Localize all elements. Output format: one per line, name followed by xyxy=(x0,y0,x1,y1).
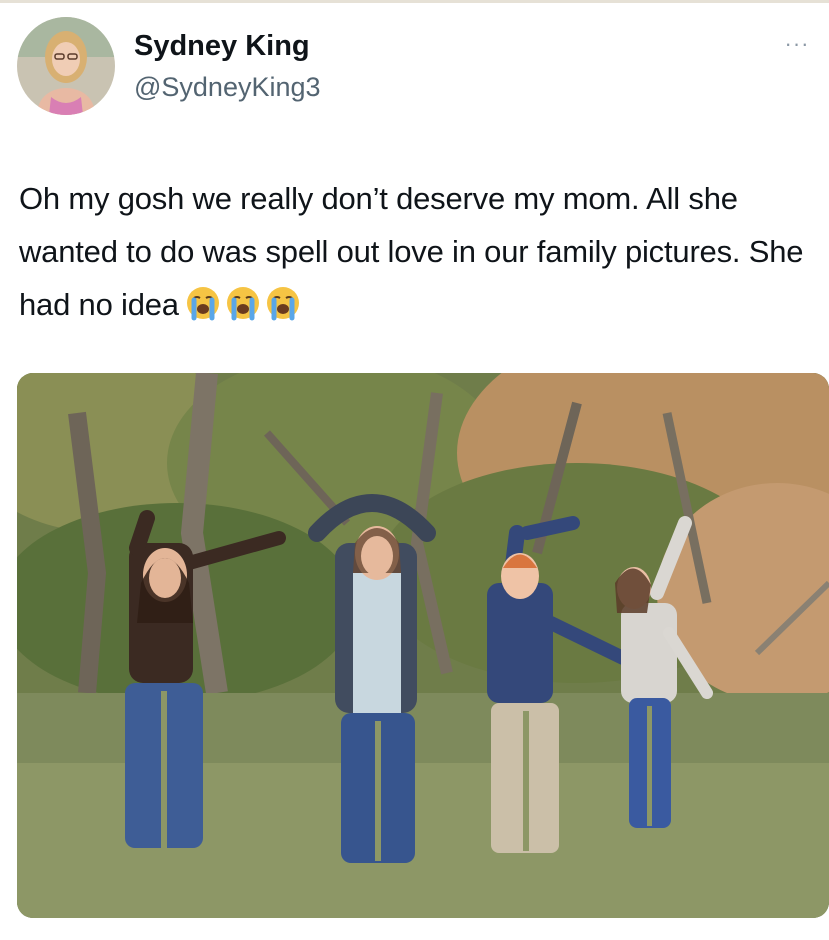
avatar-image xyxy=(17,17,115,115)
author-handle[interactable]: @SydneyKing3 xyxy=(134,70,321,104)
author-display-name[interactable]: Sydney King xyxy=(134,28,310,64)
top-divider xyxy=(0,0,829,3)
tweet-photo[interactable] xyxy=(17,373,829,918)
more-options-button[interactable]: ··· xyxy=(778,32,816,56)
loudly-crying-face-emoji-2 xyxy=(226,287,259,321)
tweet-text-content: Oh my gosh we really don’t deserve my mo… xyxy=(19,181,804,322)
emoji-group xyxy=(185,284,305,337)
family-photo-image xyxy=(17,373,829,918)
tweet-text: Oh my gosh we really don’t deserve my mo… xyxy=(19,172,824,337)
loudly-crying-face-emoji-3 xyxy=(266,287,299,321)
author-avatar[interactable] xyxy=(17,17,115,115)
loudly-crying-face-emoji-1 xyxy=(186,287,219,321)
